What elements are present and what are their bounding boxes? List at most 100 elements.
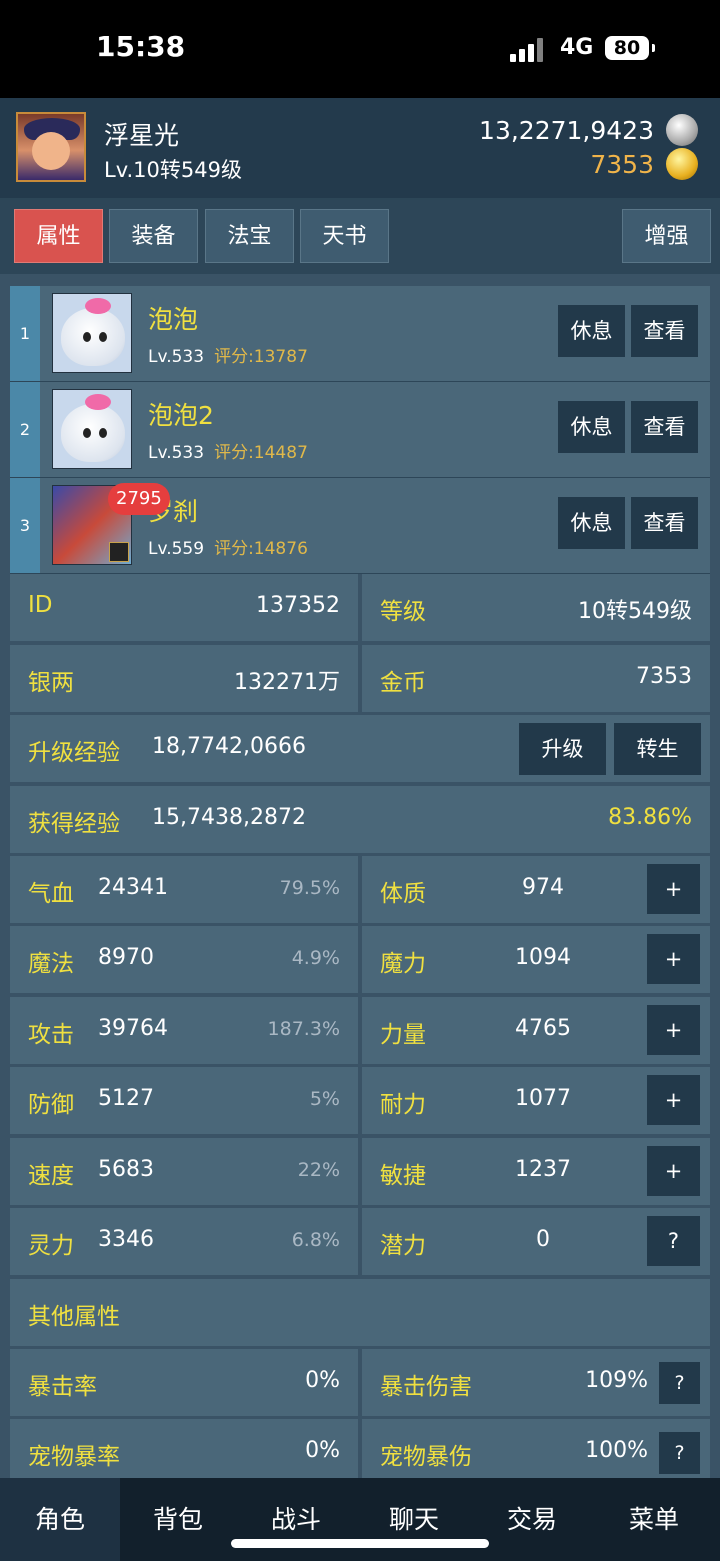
nav-character[interactable]: 角色 bbox=[0, 1478, 120, 1561]
notification-badge: 2795 bbox=[108, 483, 170, 515]
add-point-button[interactable]: + bbox=[647, 1005, 700, 1055]
pet-name: 泡泡2 bbox=[148, 401, 214, 430]
add-point-button[interactable]: + bbox=[647, 864, 700, 914]
other-value: 100% bbox=[585, 1438, 648, 1463]
player-header: 浮星光 Lv.10转549级 13,2271,9423 7353 bbox=[0, 98, 720, 200]
pet-rest-button[interactable]: 休息 bbox=[558, 497, 625, 549]
enhance-button[interactable]: 增强 bbox=[622, 209, 711, 263]
attr-potential-cell: 潜力 0 ? bbox=[362, 1208, 710, 1275]
id-cell: ID 137352 bbox=[10, 574, 358, 641]
pet-name: 泡泡 bbox=[148, 305, 199, 334]
other-value: 0% bbox=[305, 1438, 340, 1463]
pet-crit-rate-cell: 宠物暴率 0% bbox=[10, 1419, 358, 1486]
other-label: 暴击伤害 bbox=[380, 1374, 472, 1400]
rebirth-button[interactable]: 转生 bbox=[614, 723, 701, 775]
pet-list: 1 泡泡 Lv.533 评分:13787 休息 查看 2 泡泡2 Lv.533 评分… bbox=[10, 286, 710, 574]
add-point-button[interactable]: + bbox=[647, 934, 700, 984]
stat-label: 防御 bbox=[28, 1092, 74, 1118]
upgrade-exp-label: 升级经验 bbox=[28, 740, 120, 766]
other-value: 109% bbox=[585, 1368, 648, 1393]
stat-label: 魔法 bbox=[28, 951, 74, 977]
pet-view-button[interactable]: 查看 bbox=[631, 305, 698, 357]
stat-value: 5127 bbox=[98, 1086, 154, 1111]
nav-trade[interactable]: 交易 bbox=[472, 1478, 592, 1561]
player-level: Lv.10转549级 bbox=[104, 158, 242, 182]
pet-row[interactable]: 1 泡泡 Lv.533 评分:13787 休息 查看 bbox=[10, 286, 710, 382]
stat-mp-cell: 魔法 8970 4.9% bbox=[10, 926, 358, 993]
other-label: 宠物暴率 bbox=[28, 1444, 120, 1470]
tab-equipment[interactable]: 装备 bbox=[109, 209, 198, 263]
tab-heavenly-book[interactable]: 天书 bbox=[300, 209, 389, 263]
pet-view-button[interactable]: 查看 bbox=[631, 497, 698, 549]
pet-index: 3 bbox=[10, 478, 40, 573]
stat-value: 8970 bbox=[98, 945, 154, 970]
level-cell: 等级 10转549级 bbox=[362, 574, 710, 641]
id-value: 137352 bbox=[256, 593, 340, 618]
exp-percent: 83.86% bbox=[608, 805, 692, 830]
crit-rate-cell: 暴击率 0% bbox=[10, 1349, 358, 1416]
pet-view-button[interactable]: 查看 bbox=[631, 401, 698, 453]
nav-menu[interactable]: 菜单 bbox=[594, 1478, 714, 1561]
stat-label: 灵力 bbox=[28, 1233, 74, 1259]
player-avatar[interactable] bbox=[16, 112, 86, 182]
nav-backpack[interactable]: 背包 bbox=[118, 1478, 238, 1561]
stat-percent: 22% bbox=[297, 1159, 340, 1181]
gold-amount: 7353 bbox=[590, 150, 654, 179]
upgrade-exp-value: 18,7742,0666 bbox=[152, 734, 306, 759]
pet-portrait bbox=[52, 389, 132, 469]
pet-rest-button[interactable]: 休息 bbox=[558, 401, 625, 453]
stat-value: 3346 bbox=[98, 1227, 154, 1252]
silver-value: 132271万 bbox=[234, 670, 340, 695]
silver-amount: 13,2271,9423 bbox=[479, 116, 654, 145]
level-label: 等级 bbox=[380, 599, 426, 625]
home-indicator[interactable] bbox=[231, 1539, 489, 1548]
stat-attack-cell: 攻击 39764 187.3% bbox=[10, 997, 358, 1064]
gold-coin-icon bbox=[666, 148, 698, 180]
gained-exp-value: 15,7438,2872 bbox=[152, 805, 306, 830]
section-title: 其他属性 bbox=[28, 1304, 120, 1330]
silver-label: 银两 bbox=[28, 670, 74, 696]
help-button[interactable]: ? bbox=[659, 1432, 700, 1474]
network-type: 4G bbox=[560, 35, 594, 60]
stat-label: 气血 bbox=[28, 881, 74, 907]
nav-battle[interactable]: 战斗 bbox=[236, 1478, 356, 1561]
help-button[interactable]: ? bbox=[647, 1216, 700, 1266]
silver-coin-icon bbox=[666, 114, 698, 146]
status-bar: 15:38 4G 80 bbox=[0, 0, 720, 98]
add-point-button[interactable]: + bbox=[647, 1075, 700, 1125]
stat-label: 速度 bbox=[28, 1163, 74, 1189]
attr-magic-cell: 魔力 1094 + bbox=[362, 926, 710, 993]
attr-agility-cell: 敏捷 1237 + bbox=[362, 1138, 710, 1205]
pet-score: 评分:13787 bbox=[214, 347, 308, 367]
tab-treasure[interactable]: 法宝 bbox=[205, 209, 294, 263]
bottom-nav: 角色 背包 战斗 聊天 交易 菜单 bbox=[0, 1478, 720, 1561]
pet-row[interactable]: 2 泡泡2 Lv.533 评分:14487 休息 查看 bbox=[10, 382, 710, 478]
other-value: 0% bbox=[305, 1368, 340, 1393]
add-point-button[interactable]: + bbox=[647, 1146, 700, 1196]
lock-icon bbox=[109, 542, 129, 562]
gained-exp-cell: 获得经验 15,7438,2872 83.86% bbox=[10, 786, 710, 853]
player-name: 浮星光 bbox=[104, 121, 180, 150]
signal-icon bbox=[510, 38, 548, 62]
gained-exp-label: 获得经验 bbox=[28, 811, 120, 837]
tab-attributes[interactable]: 属性 bbox=[14, 209, 103, 263]
stat-speed-cell: 速度 5683 22% bbox=[10, 1138, 358, 1205]
pet-level: Lv.533 bbox=[148, 347, 205, 367]
stat-value: 39764 bbox=[98, 1016, 168, 1041]
pet-rest-button[interactable]: 休息 bbox=[558, 305, 625, 357]
pet-score: 评分:14487 bbox=[214, 443, 308, 463]
attr-constitution-cell: 体质 974 + bbox=[362, 856, 710, 923]
other-label: 宠物暴伤 bbox=[380, 1444, 472, 1470]
attr-strength-cell: 力量 4765 + bbox=[362, 997, 710, 1064]
help-button[interactable]: ? bbox=[659, 1362, 700, 1404]
stat-percent: 4.9% bbox=[291, 947, 340, 969]
stat-percent: 5% bbox=[309, 1088, 340, 1110]
pet-index: 1 bbox=[10, 286, 40, 381]
pet-index: 2 bbox=[10, 382, 40, 477]
nav-chat[interactable]: 聊天 bbox=[354, 1478, 474, 1561]
upgrade-exp-cell: 升级经验 18,7742,0666 升级 转生 bbox=[10, 715, 710, 782]
tab-bar: 属性 装备 法宝 天书 增强 bbox=[0, 200, 720, 274]
upgrade-button[interactable]: 升级 bbox=[519, 723, 606, 775]
battery-icon: 80 bbox=[605, 36, 655, 60]
other-attributes-header: 其他属性 bbox=[10, 1279, 710, 1346]
